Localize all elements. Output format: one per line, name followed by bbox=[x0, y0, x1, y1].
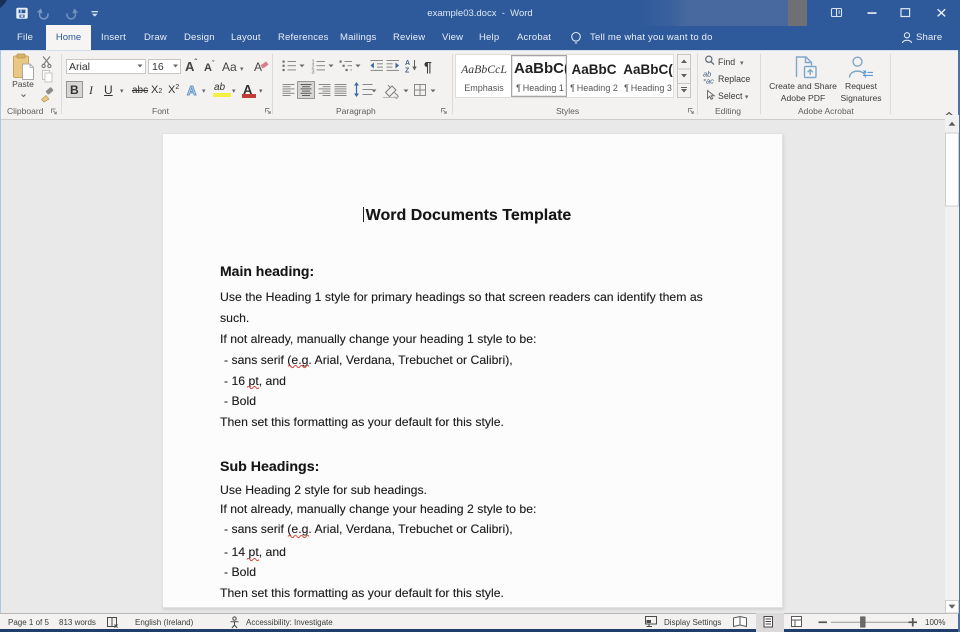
svg-text:¶: ¶ bbox=[424, 59, 432, 75]
svg-text:Z: Z bbox=[405, 68, 410, 75]
svg-text:ac: ac bbox=[706, 77, 714, 86]
svg-text:3: 3 bbox=[312, 70, 315, 76]
svg-text:A: A bbox=[405, 60, 410, 67]
